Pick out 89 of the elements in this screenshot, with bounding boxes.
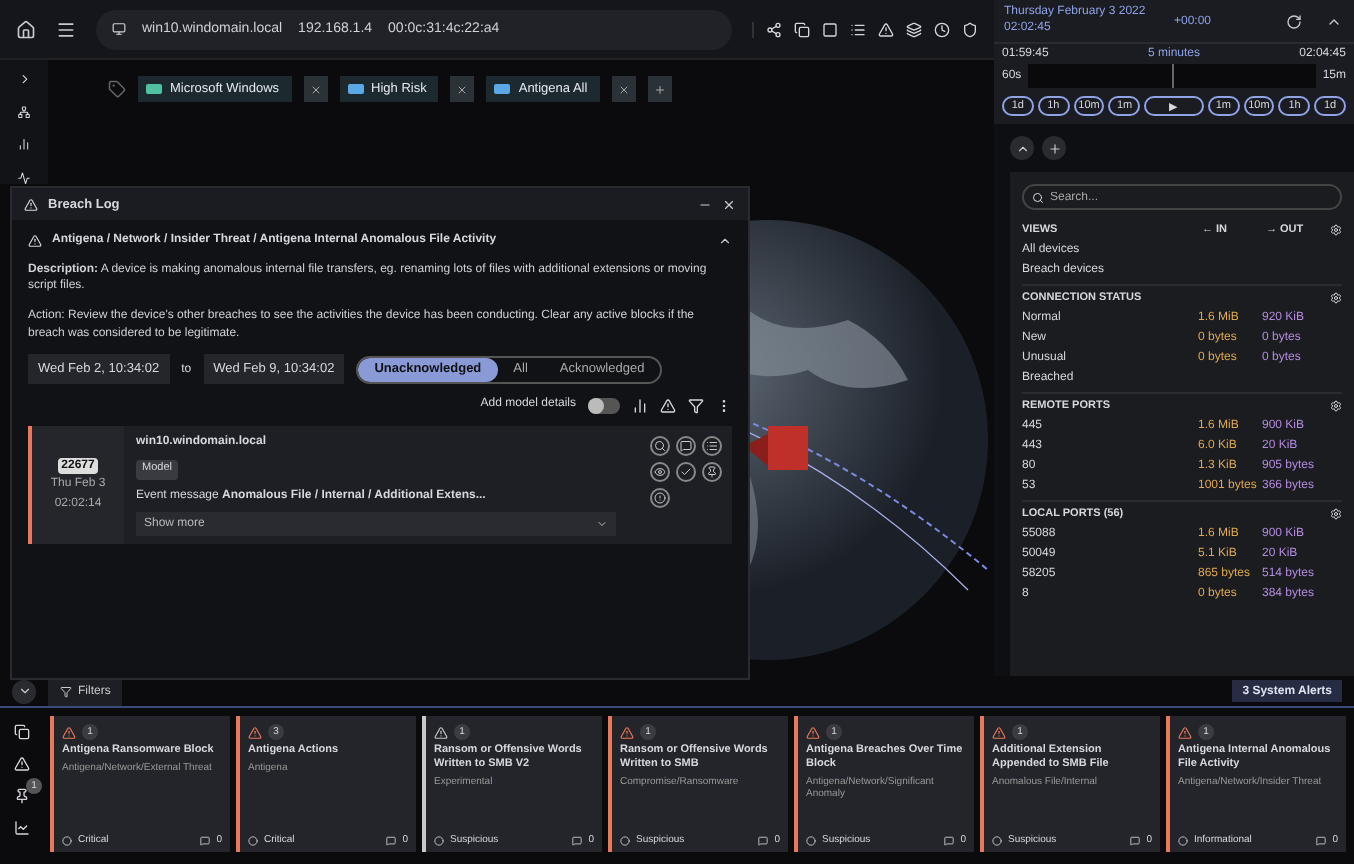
- home-button[interactable]: [16, 19, 36, 39]
- check-icon: [680, 466, 692, 479]
- comment-icon: [1316, 835, 1327, 845]
- close-button[interactable]: [722, 197, 736, 211]
- status-icon: [1178, 835, 1188, 845]
- copy-icon[interactable]: [14, 724, 30, 740]
- settings-icon[interactable]: [1330, 508, 1342, 520]
- chevron-up-icon: [1015, 141, 1029, 155]
- close-icon: [309, 83, 322, 95]
- layers-icon[interactable]: [906, 21, 922, 37]
- comment-icon: [200, 835, 211, 845]
- alert-icon: [654, 492, 666, 505]
- activity-icon[interactable]: [16, 171, 32, 184]
- warning-icon[interactable]: [878, 21, 894, 37]
- comment-icon: [386, 835, 397, 845]
- status-icon: [62, 835, 72, 845]
- status-icon: [620, 835, 630, 845]
- remove-tag-button[interactable]: [303, 76, 328, 102]
- warning-icon: [434, 725, 448, 739]
- tag-icon: [108, 80, 126, 98]
- comment-icon: [758, 835, 769, 845]
- list-icon[interactable]: [850, 21, 866, 37]
- menu-icon: [56, 19, 76, 39]
- alert-button[interactable]: [650, 488, 670, 509]
- comment-icon: [572, 835, 583, 845]
- warning-icon[interactable]: [660, 397, 676, 414]
- search-icon: [1032, 191, 1044, 203]
- list-icon: [706, 440, 718, 453]
- collapse-button[interactable]: [718, 233, 732, 248]
- clock-icon[interactable]: [934, 21, 950, 37]
- pin-icon: [706, 466, 718, 479]
- collapse-button[interactable]: [1010, 136, 1034, 160]
- chevron-up-icon: [718, 233, 732, 248]
- search-icon: [654, 440, 666, 453]
- filter-icon: [60, 685, 72, 697]
- eye-button[interactable]: [650, 462, 670, 483]
- menu-button[interactable]: [56, 19, 76, 39]
- filter-icon[interactable]: [688, 397, 704, 414]
- collapse-button[interactable]: [12, 679, 36, 703]
- acknowledge-button[interactable]: [676, 462, 696, 483]
- plus-icon: [1047, 141, 1061, 155]
- monitor-icon: [112, 22, 126, 36]
- settings-icon[interactable]: [1330, 400, 1342, 412]
- copy-icon[interactable]: [794, 21, 810, 37]
- comment-icon: [944, 835, 955, 845]
- close-icon: [456, 83, 469, 95]
- warning-icon: [248, 725, 262, 739]
- add-tag-button[interactable]: [647, 76, 672, 102]
- status-icon: [806, 835, 816, 845]
- pin-icon[interactable]: [14, 788, 30, 804]
- status-icon: [992, 835, 1002, 845]
- comment-button[interactable]: [676, 436, 696, 457]
- chevron-down-icon: [17, 684, 31, 698]
- warning-icon: [62, 725, 76, 739]
- status-icon: [248, 835, 258, 845]
- timeline-track[interactable]: [1027, 64, 1317, 88]
- eye-icon: [654, 466, 666, 479]
- caret-icon: [596, 518, 608, 531]
- remove-tag-button[interactable]: [611, 76, 636, 102]
- settings-icon[interactable]: [1330, 224, 1342, 236]
- refresh-icon: [1286, 13, 1302, 29]
- comment-icon: [680, 440, 692, 453]
- status-icon: [434, 835, 444, 845]
- warning-icon[interactable]: [14, 756, 30, 772]
- list-button[interactable]: [702, 436, 722, 457]
- warning-icon: [24, 197, 38, 211]
- pin-button[interactable]: [702, 462, 722, 483]
- chart-icon[interactable]: [632, 397, 648, 414]
- warning-icon: [806, 725, 820, 739]
- square-icon[interactable]: [822, 21, 838, 37]
- plus-icon: [653, 83, 666, 95]
- remove-tag-button[interactable]: [450, 76, 475, 102]
- comment-icon: [1130, 835, 1141, 845]
- close-icon: [617, 83, 630, 95]
- warning-icon: [28, 233, 42, 248]
- network-icon[interactable]: [766, 21, 782, 37]
- model-details-toggle[interactable]: [588, 397, 620, 414]
- network-icon[interactable]: [16, 106, 32, 119]
- home-icon: [16, 19, 36, 39]
- close-icon: [722, 197, 736, 211]
- chart-icon[interactable]: [16, 138, 32, 152]
- search-button[interactable]: [650, 436, 670, 457]
- settings-icon[interactable]: [1330, 292, 1342, 304]
- shield-icon[interactable]: [962, 21, 978, 37]
- warning-icon: [620, 725, 634, 739]
- chart-icon[interactable]: [14, 820, 30, 836]
- warning-icon: [992, 725, 1006, 739]
- warning-icon: [1178, 725, 1192, 739]
- add-button[interactable]: [1042, 136, 1066, 160]
